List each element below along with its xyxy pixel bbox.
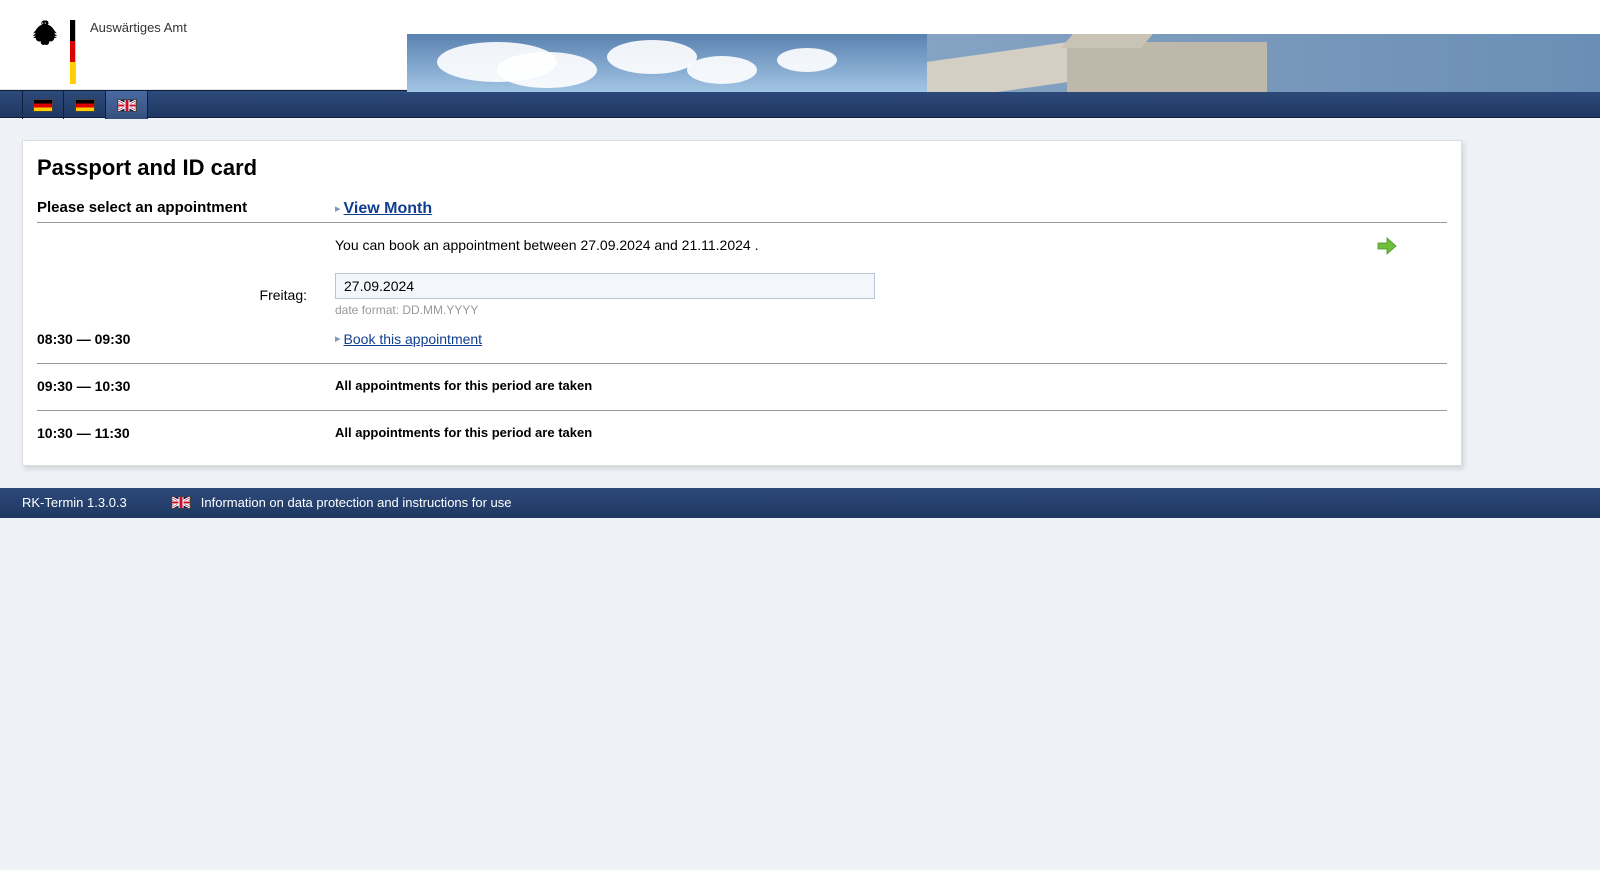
content-area: Passport and ID card Please select an ap… xyxy=(0,118,1600,488)
view-month-link-wrap: ▸ View Month xyxy=(335,200,432,218)
footer-info-link[interactable]: Information on data protection and instr… xyxy=(171,495,512,510)
triangle-bullet-icon: ▸ xyxy=(335,332,341,345)
flag-stripe-icon xyxy=(70,20,76,84)
slot-taken-text: All appointments for this period are tak… xyxy=(335,425,592,440)
language-nav-bar xyxy=(0,90,1600,118)
page-title: Passport and ID card xyxy=(37,155,1447,181)
flag-en-icon xyxy=(117,99,137,112)
flag-de-icon xyxy=(33,99,53,112)
slot-action: All appointments for this period are tak… xyxy=(335,425,592,440)
date-format-hint: date format: DD.MM.YYYY xyxy=(335,303,875,317)
slot-time: 08:30 — 09:30 xyxy=(37,331,335,347)
footer-info-text: Information on data protection and instr… xyxy=(201,495,512,510)
site-logo-area: Auswärtiges Amt xyxy=(0,0,187,89)
slot-time: 10:30 — 11:30 xyxy=(37,425,335,441)
next-day-arrow[interactable] xyxy=(1377,237,1397,260)
footer: RK-Termin 1.3.0.3 Information on data pr… xyxy=(0,488,1600,518)
date-row: Freitag: date format: DD.MM.YYYY xyxy=(37,253,1447,317)
slot-row: 08:30 — 09:30▸Book this appointment xyxy=(37,317,1447,364)
footer-version: RK-Termin 1.3.0.3 xyxy=(22,495,127,510)
triangle-bullet-icon: ▸ xyxy=(335,202,341,215)
slots-list: 08:30 — 09:30▸Book this appointment09:30… xyxy=(37,317,1447,441)
subheader-text: Please select an appointment xyxy=(37,199,335,216)
slot-time: 09:30 — 10:30 xyxy=(37,378,335,394)
flag-de-icon xyxy=(75,99,95,112)
lang-tab-de-2[interactable] xyxy=(64,91,106,119)
page-container: Auswärtiges Amt xyxy=(0,0,1600,518)
slot-action: All appointments for this period are tak… xyxy=(335,378,592,393)
site-title: Auswärtiges Amt xyxy=(90,18,187,35)
header: Auswärtiges Amt xyxy=(0,0,1600,90)
book-appointment-link[interactable]: Book this appointment xyxy=(344,331,483,347)
subheader-row: Please select an appointment ▸ View Mont… xyxy=(37,199,1447,223)
federal-eagle-icon xyxy=(28,18,60,55)
flag-en-icon xyxy=(171,496,191,509)
header-banner xyxy=(407,34,1600,92)
view-month-link[interactable]: View Month xyxy=(344,200,433,218)
date-label: Freitag: xyxy=(37,287,335,303)
slot-row: 09:30 — 10:30All appointments for this p… xyxy=(37,364,1447,411)
slot-row: 10:30 — 11:30All appointments for this p… xyxy=(37,411,1447,441)
slot-taken-text: All appointments for this period are tak… xyxy=(335,378,592,393)
booking-range-row: You can book an appointment between 27.0… xyxy=(37,223,1447,253)
slot-action: ▸Book this appointment xyxy=(335,331,482,347)
lang-tab-en[interactable] xyxy=(106,91,148,119)
booking-range-text: You can book an appointment between 27.0… xyxy=(335,237,758,253)
background-area xyxy=(0,518,1600,858)
lang-tab-de-1[interactable] xyxy=(22,91,64,119)
date-input[interactable] xyxy=(335,273,875,299)
appointment-card: Passport and ID card Please select an ap… xyxy=(22,140,1462,466)
